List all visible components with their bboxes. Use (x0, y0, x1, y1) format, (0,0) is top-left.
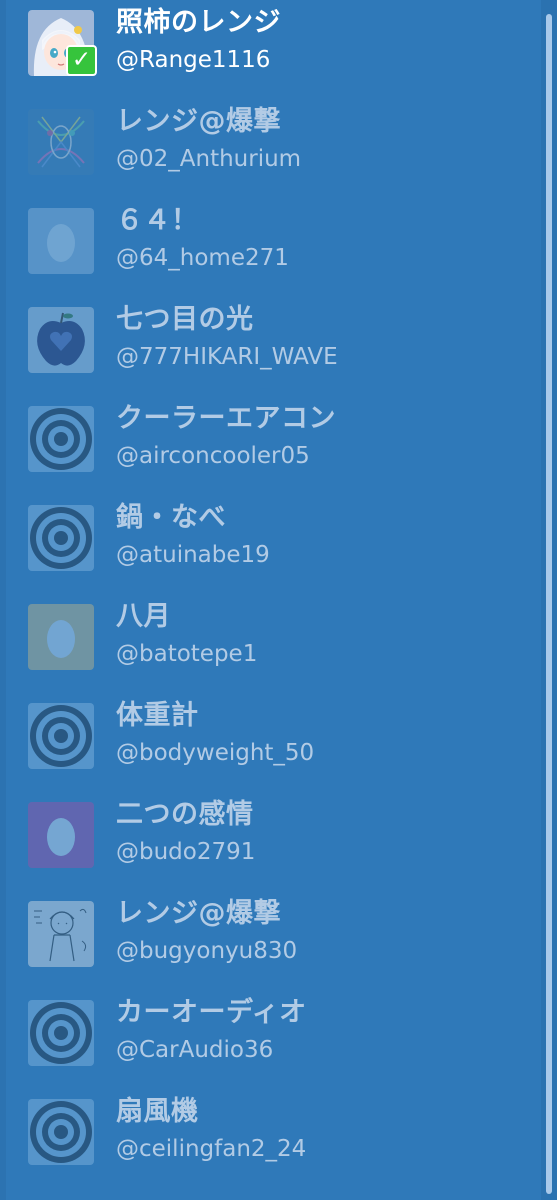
display-name: 二つの感情 (116, 799, 254, 830)
account-row-budo2791[interactable]: 二つの感情 @budo2791 (0, 792, 540, 891)
account-list: ✓ 照柿のレンジ @Range1116 レンジ@爆撃 @02_Anthurium (0, 0, 540, 1200)
apple-heart-avatar (28, 307, 94, 373)
target-circles-avatar (28, 406, 94, 472)
display-name: ６４！ (116, 205, 199, 236)
handle: @64_home271 (116, 245, 289, 271)
abstract-art-avatar (28, 109, 94, 175)
scrollbar-thumb[interactable] (546, 14, 552, 1194)
display-name: カーオーディオ (116, 997, 307, 1028)
target-circles-avatar (28, 703, 94, 769)
display-name: 八月 (116, 601, 171, 632)
display-name: レンジ@爆撃 (116, 898, 281, 929)
handle: @CarAudio36 (116, 1037, 274, 1063)
account-row-ceilingfan2-24[interactable]: 扇風機 @ceilingfan2_24 (0, 1089, 540, 1188)
display-name: 体重計 (116, 700, 199, 731)
handle: @airconcooler05 (116, 443, 310, 469)
default-egg-avatar (28, 208, 94, 274)
account-row-batotepe1[interactable]: 八月 @batotepe1 (0, 594, 540, 693)
account-row-64-home271[interactable]: ６４！ @64_home271 (0, 198, 540, 297)
display-name: 扇風機 (116, 1096, 199, 1127)
handle: @Range1116 (116, 47, 271, 73)
handle: @batotepe1 (116, 641, 258, 667)
display-name: 鍋・なべ (116, 502, 226, 533)
sketch-drawing-avatar (28, 901, 94, 967)
handle: @bodyweight_50 (116, 740, 315, 766)
account-row-bugyonyu830[interactable]: レンジ@爆撃 @bugyonyu830 (0, 891, 540, 990)
handle: @budo2791 (116, 839, 256, 865)
account-row-777hikari-wave[interactable]: 七つ目の光 @777HIKARI_WAVE (0, 297, 540, 396)
display-name: レンジ@爆撃 (116, 106, 281, 137)
handle: @ceilingfan2_24 (116, 1136, 307, 1162)
account-row-caraudio36[interactable]: カーオーディオ @CarAudio36 (0, 990, 540, 1089)
target-circles-avatar (28, 505, 94, 571)
account-row-airconcooler05[interactable]: クーラーエアコン @airconcooler05 (0, 396, 540, 495)
handle: @bugyonyu830 (116, 938, 298, 964)
default-egg-avatar (28, 802, 94, 868)
target-circles-avatar (28, 1000, 94, 1066)
account-switcher-panel: ✓ 照柿のレンジ @Range1116 レンジ@爆撃 @02_Anthurium (0, 0, 557, 1200)
display-name: クーラーエアコン (116, 403, 336, 434)
scrollbar-track[interactable] (541, 0, 557, 1200)
check-icon: ✓ (66, 45, 97, 76)
handle: @02_Anthurium (116, 146, 302, 172)
display-name: 照柿のレンジ (116, 7, 281, 38)
account-row-range1116[interactable]: ✓ 照柿のレンジ @Range1116 (0, 0, 540, 99)
account-row-02-anthurium[interactable]: レンジ@爆撃 @02_Anthurium (0, 99, 540, 198)
handle: @atuinabe19 (116, 542, 270, 568)
target-circles-avatar (28, 1099, 94, 1165)
default-egg-avatar (28, 604, 94, 670)
handle: @777HIKARI_WAVE (116, 344, 338, 370)
account-row-atuinabe19[interactable]: 鍋・なべ @atuinabe19 (0, 495, 540, 594)
account-row-bodyweight-50[interactable]: 体重計 @bodyweight_50 (0, 693, 540, 792)
display-name: 七つ目の光 (116, 304, 254, 335)
